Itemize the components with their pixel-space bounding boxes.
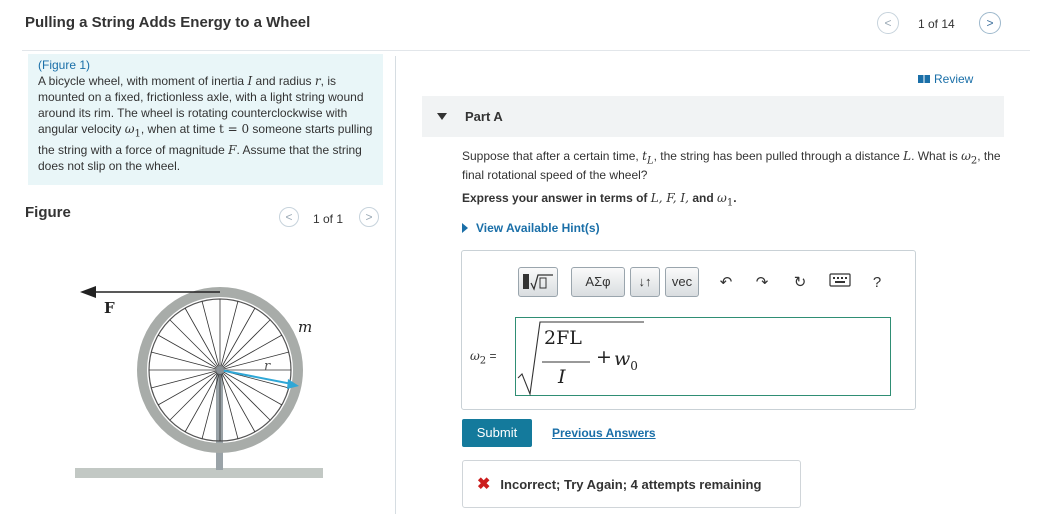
chevron-right-icon: >	[986, 16, 994, 30]
vector-button[interactable]: vec	[665, 267, 699, 297]
page-title: Pulling a String Adds Energy to a Wheel	[25, 14, 311, 31]
question-fragment: Suppose that after a certain time,	[462, 149, 643, 163]
var-omega: ω	[470, 349, 480, 363]
answer-numerator: 2FL	[544, 327, 582, 349]
help-icon[interactable]: ?	[867, 273, 887, 293]
part-a-label: Part A	[465, 109, 503, 124]
review-label: Review	[934, 72, 974, 86]
undo-icon[interactable]: ↶	[716, 273, 736, 293]
var-w: w	[614, 348, 631, 370]
reset-icon[interactable]: ↻	[790, 273, 810, 293]
figure-prev-button[interactable]: <	[279, 207, 299, 227]
templates-icon	[523, 274, 553, 291]
answer-denominator: I	[558, 366, 566, 388]
radius-vector	[219, 369, 293, 385]
question-fragment: , the string has been pulled through a d…	[653, 149, 904, 163]
chevron-right-icon: >	[365, 210, 373, 224]
close-icon: ✖	[477, 476, 491, 493]
chevron-left-icon: <	[884, 16, 892, 30]
submit-button[interactable]: Submit	[462, 419, 532, 447]
next-item-button[interactable]: >	[979, 12, 1001, 34]
express-fragment: Express your answer in terms of	[462, 191, 651, 205]
express-fragment: and	[689, 191, 718, 205]
templates-button[interactable]	[518, 267, 558, 297]
keyboard-icon-svg	[829, 273, 851, 287]
var-omega: ω	[124, 122, 135, 136]
wheel-figure: F m r	[75, 286, 323, 478]
express-vars: L, F, I,	[650, 191, 689, 205]
express-fragment: .	[733, 191, 737, 205]
caret-down-icon[interactable]	[437, 113, 447, 120]
review-link[interactable]: Review	[918, 72, 973, 86]
keyboard-icon[interactable]	[828, 273, 852, 293]
figure-counter: 1 of 1	[313, 212, 344, 226]
var-omega: ω	[717, 191, 727, 205]
problem-intro: (Figure 1) A bicycle wheel, with moment …	[28, 54, 383, 185]
pane-divider	[395, 56, 396, 514]
feedback-box: ✖ Incorrect; Try Again; 4 attempts remai…	[462, 460, 801, 508]
answer-label: ω2 =	[470, 349, 497, 366]
redo-icon[interactable]: ↷	[752, 273, 772, 293]
question-fragment: . What is	[911, 149, 962, 163]
ground	[75, 468, 323, 478]
previous-answers-link[interactable]: Previous Answers	[552, 426, 656, 440]
var-subscript: L	[646, 155, 654, 167]
figure-heading: Figure	[25, 204, 71, 221]
express-instruction: Express your answer in terms of L, F, I,…	[462, 191, 737, 208]
caret-right-icon	[462, 223, 468, 233]
var-L: L	[903, 149, 912, 163]
var-omega: ω	[961, 149, 971, 163]
answer-plus: +	[596, 346, 612, 368]
intro-text: A bicycle wheel, with moment of inertia	[38, 74, 248, 88]
intro-text: , when at time	[140, 122, 219, 136]
figure-link[interactable]: (Figure 1)	[38, 58, 90, 72]
figure-next-button[interactable]: >	[359, 207, 379, 227]
review-icon	[918, 75, 930, 83]
force-arrowhead	[80, 286, 96, 298]
greek-symbols-button[interactable]: ΑΣφ	[571, 267, 625, 297]
prev-item-button[interactable]: <	[877, 12, 899, 34]
equals-sign: =	[486, 349, 497, 363]
label-m: m	[298, 318, 312, 336]
var-t-eq: t = 0	[218, 122, 250, 136]
hint-label: View Available Hint(s)	[476, 221, 600, 235]
answer-w: w0	[614, 348, 638, 373]
answer-input[interactable]: 2FL I + w0	[515, 317, 891, 397]
part-a-header[interactable]	[422, 96, 1004, 137]
header-divider	[22, 50, 1030, 51]
var-subscript: 0	[630, 358, 638, 373]
axle-post	[216, 370, 223, 470]
label-F: F	[104, 299, 115, 317]
intro-text: and radius	[252, 74, 315, 88]
item-counter: 1 of 14	[918, 17, 955, 31]
subscript-superscript-button[interactable]: ↓↑	[630, 267, 660, 297]
chevron-left-icon: <	[285, 210, 293, 224]
view-hints-toggle[interactable]: View Available Hint(s)	[462, 221, 600, 235]
question-text: Suppose that after a certain time, tL, t…	[462, 149, 1002, 183]
feedback-message: Incorrect; Try Again; 4 attempts remaini…	[500, 476, 762, 492]
wheel-hub	[216, 366, 224, 374]
label-r: r	[264, 359, 271, 374]
